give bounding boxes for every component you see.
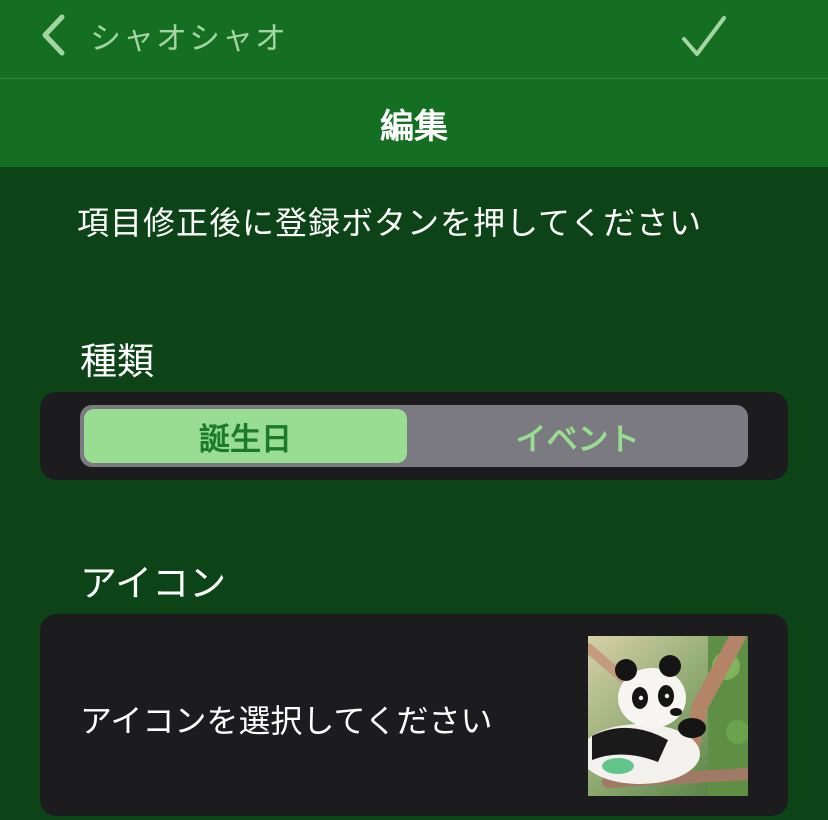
chevron-left-icon: [40, 14, 66, 56]
segment-birthday[interactable]: 誕生日: [84, 409, 407, 463]
page-title: 編集: [380, 106, 448, 147]
type-segmented-control: 誕生日 イベント: [80, 405, 748, 467]
back-button-label: シャオシャオ: [90, 20, 288, 57]
save-button[interactable]: [680, 14, 728, 60]
icon-card: アイコンを選択してください: [40, 614, 788, 816]
type-section-label: 種類: [80, 340, 154, 383]
instruction-text: 項目修正後に登録ボタンを押してください: [77, 204, 703, 242]
icon-select-row[interactable]: アイコンを選択してください: [40, 614, 788, 816]
back-button[interactable]: シャオシャオ: [40, 12, 288, 58]
segment-event[interactable]: イベント: [411, 409, 744, 463]
type-card: 誕生日 イベント: [40, 392, 788, 480]
icon-select-prompt: アイコンを選択してください: [80, 702, 493, 740]
title-bar: 編集: [0, 79, 828, 167]
panda-photo-icon[interactable]: [588, 636, 748, 796]
icon-section-label: アイコン: [80, 562, 227, 605]
navigation-bar: シャオシャオ: [0, 0, 828, 78]
checkmark-icon: [680, 16, 728, 64]
